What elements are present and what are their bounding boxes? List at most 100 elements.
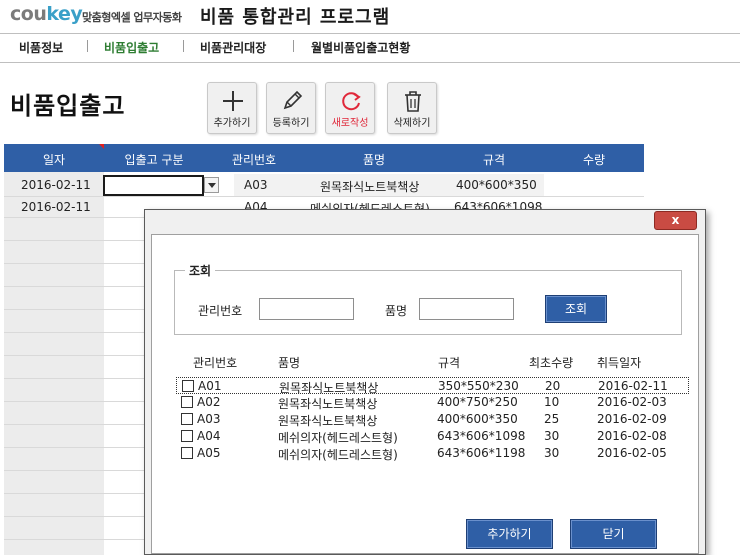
list-cell-spec: 400*750*250 — [437, 395, 518, 409]
header-name: 품명 — [362, 153, 386, 167]
search-group-legend: 조회 — [185, 262, 216, 279]
list-cell-date: 2016-02-11 — [598, 379, 668, 393]
register-button[interactable]: 등록하기 — [266, 82, 316, 134]
cell-name[interactable]: 원목좌식노트북책상 — [320, 178, 419, 195]
list-cell-name: 메쉬의자(헤드레스트형) — [278, 448, 398, 462]
list-cell-code: A01 — [198, 379, 222, 393]
code-field-label: 관리번호 — [198, 304, 243, 318]
list-item[interactable]: A01 원목좌식노트북책상 350*550*230 20 2016-02-11 — [176, 377, 689, 395]
list-cell-name: 원목좌식노트북책상 — [278, 397, 378, 411]
cell-code[interactable]: A03 — [244, 178, 267, 192]
list-cell-qty: 30 — [544, 446, 560, 460]
plus-icon — [223, 91, 243, 111]
nav-item-equipment-ledger[interactable]: 비품관리대장 — [200, 39, 266, 56]
register-button-label: 등록하기 — [272, 118, 310, 129]
list-header-initial-qty[interactable]: 최초수량 — [529, 354, 573, 371]
list-header-code[interactable]: 관리번호 — [193, 354, 237, 371]
row-checkbox[interactable] — [181, 430, 193, 442]
code-search-input[interactable] — [259, 298, 354, 320]
dialog-close-button[interactable]: x — [654, 211, 697, 230]
app-title: 비품 통합관리 프로그램 — [200, 7, 391, 28]
list-cell-name: 메쉬의자(헤드레스트형) — [278, 431, 398, 445]
list-cell-qty: 25 — [544, 412, 560, 426]
inout-type-cell[interactable] — [103, 175, 204, 196]
dialog-add-button-label: 추가하기 — [487, 527, 532, 541]
pencil-icon — [283, 90, 303, 110]
trash-icon — [405, 91, 421, 112]
dialog-add-button[interactable]: 추가하기 — [466, 519, 553, 549]
name-search-input[interactable] — [419, 298, 514, 320]
list-cell-qty: 10 — [544, 395, 560, 409]
equipment-search-dialog: x 조회 관리번호 품명 조회 관리번호 품명 규격 최초수량 취득일자 A01… — [144, 209, 706, 555]
list-cell-qty: 30 — [544, 429, 560, 443]
nav-separator — [183, 40, 184, 52]
dialog-title-bar[interactable] — [145, 210, 705, 234]
logo-text-part2: key — [46, 3, 83, 25]
list-item[interactable]: A04 메쉬의자(헤드레스트형) 643*606*1098 30 2016-02… — [176, 428, 689, 445]
search-button[interactable]: 조회 — [545, 295, 607, 323]
nav-divider — [0, 62, 740, 63]
brand-logo: coukey — [10, 3, 83, 25]
row-checkbox[interactable] — [181, 447, 193, 459]
list-cell-code: A02 — [197, 395, 221, 409]
cell-date[interactable]: 2016-02-11 — [21, 200, 91, 214]
list-cell-date: 2016-02-09 — [597, 412, 667, 426]
header-inout-type: 입출고 구분 — [124, 153, 184, 167]
list-cell-code: A05 — [197, 446, 221, 460]
row-checkbox[interactable] — [181, 396, 193, 408]
list-cell-qty: 20 — [545, 379, 561, 393]
list-cell-code: A03 — [197, 412, 221, 426]
nav-item-equipment-info[interactable]: 비품정보 — [19, 39, 63, 56]
search-button-label: 조회 — [564, 302, 588, 316]
list-cell-date: 2016-02-05 — [597, 446, 667, 460]
list-header-spec[interactable]: 규격 — [438, 354, 460, 371]
page-title: 비품입출고 — [10, 92, 126, 120]
brand-tagline: 맞춤형엑셀 업무자동화 — [82, 11, 182, 24]
nav-separator — [293, 40, 294, 52]
list-cell-name: 원목좌식노트북책상 — [278, 414, 378, 428]
nav-item-monthly-status[interactable]: 월별비품입출고현황 — [311, 39, 410, 56]
list-cell-date: 2016-02-08 — [597, 429, 667, 443]
top-bar: coukey 맞춤형엑셀 업무자동화 비품 통합관리 프로그램 — [0, 0, 740, 33]
header-date: 일자 — [42, 153, 66, 167]
nav-item-equipment-inout[interactable]: 비품입출고 — [104, 39, 159, 56]
delete-button[interactable]: 삭제하기 — [387, 82, 437, 134]
list-header-acquired-date[interactable]: 취득일자 — [597, 354, 641, 371]
main-nav: 비품정보 비품입출고 비품관리대장 월별비품입출고현황 — [0, 34, 740, 62]
list-cell-spec: 643*606*1198 — [437, 446, 526, 460]
list-item[interactable]: A02 원목좌식노트북책상 400*750*250 10 2016-02-03 — [176, 394, 689, 411]
logo-text-part1: cou — [10, 3, 47, 25]
row-checkbox[interactable] — [181, 413, 193, 425]
nav-separator — [87, 40, 88, 52]
new-write-button[interactable]: 새로작성 — [325, 82, 375, 134]
list-cell-spec: 350*550*230 — [438, 379, 519, 393]
header-qty: 수량 — [582, 153, 606, 167]
list-cell-spec: 643*606*1098 — [437, 429, 526, 443]
date-column-background — [4, 172, 104, 555]
inout-type-dropdown-button[interactable] — [204, 177, 219, 193]
list-header-name[interactable]: 품명 — [278, 354, 300, 371]
cell-spec[interactable]: 400*600*350 — [456, 178, 537, 192]
delete-button-label: 삭제하기 — [393, 118, 431, 129]
header-code: 관리번호 — [231, 153, 277, 167]
add-button-label: 추가하기 — [213, 118, 251, 129]
new-write-button-label: 새로작성 — [331, 118, 369, 129]
add-button[interactable]: 추가하기 — [207, 82, 257, 134]
comment-indicator — [99, 144, 104, 149]
list-item[interactable]: A03 원목좌식노트북책상 400*600*350 25 2016-02-09 — [176, 411, 689, 428]
dialog-body: 조회 관리번호 품명 조회 관리번호 품명 규격 최초수량 취득일자 A01 원… — [151, 234, 699, 554]
cell-date[interactable]: 2016-02-11 — [21, 178, 91, 192]
close-icon: x — [671, 213, 680, 227]
app-window: coukey 맞춤형엑셀 업무자동화 비품 통합관리 프로그램 비품정보 비품입… — [0, 0, 740, 555]
list-cell-date: 2016-02-03 — [597, 395, 667, 409]
list-item[interactable]: A05 메쉬의자(헤드레스트형) 643*606*1198 30 2016-02… — [176, 445, 689, 462]
dialog-close-action-button[interactable]: 닫기 — [570, 519, 657, 549]
row-checkbox[interactable] — [182, 380, 194, 392]
refresh-icon — [342, 92, 361, 111]
name-field-label: 품명 — [385, 304, 408, 318]
list-cell-code: A04 — [197, 429, 221, 443]
list-cell-spec: 400*600*350 — [437, 412, 518, 426]
dialog-close-action-label: 닫기 — [602, 527, 625, 541]
header-spec: 규격 — [482, 153, 506, 167]
row-divider — [4, 196, 644, 197]
